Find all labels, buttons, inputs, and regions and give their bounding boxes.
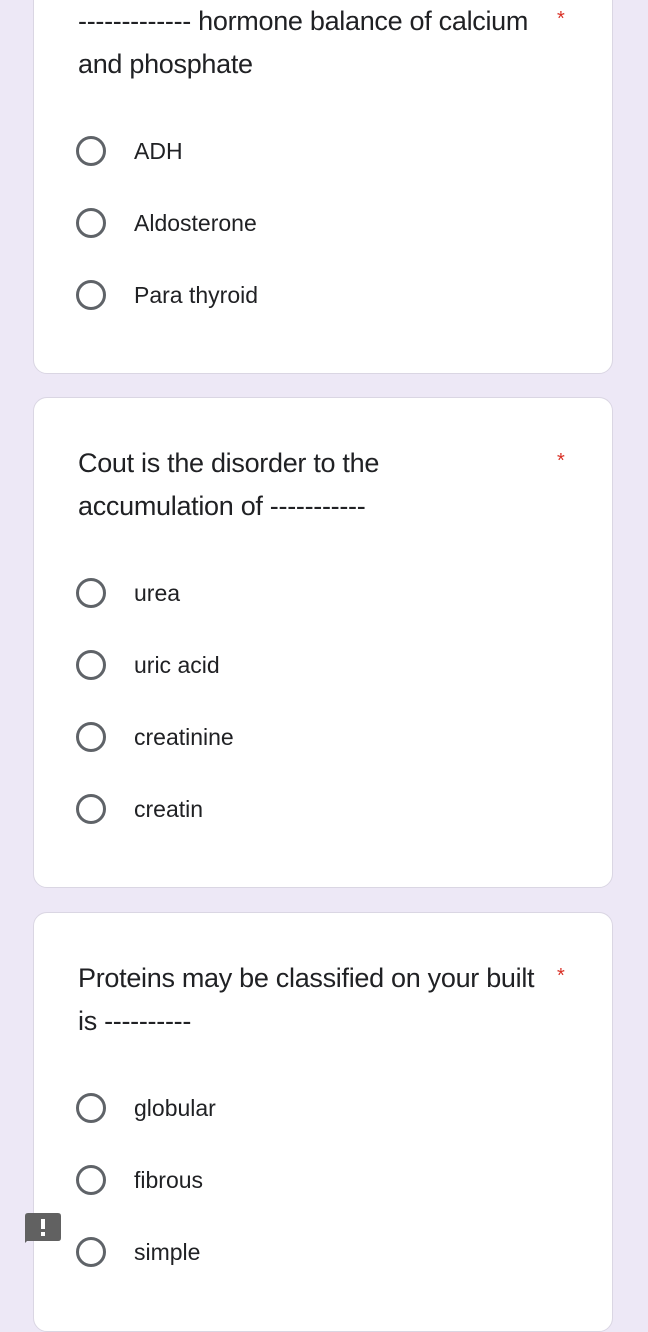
required-asterisk: * [557,450,565,472]
option-label: simple [134,1238,201,1265]
option-label: Para thyroid [134,281,259,308]
radio-button[interactable] [76,794,106,824]
option-label: creatin [134,795,204,822]
radio-option-globular[interactable]: globular [76,1088,216,1128]
option-label: ADH [134,137,183,164]
radio-button[interactable] [76,136,106,166]
radio-option-uric-acid[interactable]: uric acid [76,645,220,685]
radio-option-creatinine[interactable]: creatinine [76,717,234,757]
question-card-2: Cout is the disorder to the accumulation… [33,397,613,888]
radio-option-aldosterone[interactable]: Aldosterone [76,203,257,243]
question-card-1: ------------- hormone balance of calcium… [33,0,613,374]
radio-option-urea[interactable]: urea [76,573,180,613]
radio-button[interactable] [76,650,106,680]
report-issue-icon [25,1213,61,1243]
radio-button[interactable] [76,208,106,238]
option-label: uric acid [134,651,220,678]
radio-button[interactable] [76,1093,106,1123]
required-asterisk: * [557,965,565,987]
option-label: urea [134,579,181,606]
option-label: creatinine [134,723,234,750]
radio-button[interactable] [76,280,106,310]
radio-option-fibrous[interactable]: fibrous [76,1160,203,1200]
radio-button[interactable] [76,1237,106,1267]
report-issue-button[interactable] [25,1213,61,1243]
question-title: Cout is the disorder to the accumulation… [78,448,380,521]
radio-button[interactable] [76,1165,106,1195]
required-asterisk: * [557,8,565,30]
option-label: fibrous [134,1166,204,1193]
option-label: globular [134,1094,216,1121]
question-title: Proteins may be classified on your built… [78,963,535,1036]
question-title: ------------- hormone balance of calcium… [78,6,529,79]
radio-button[interactable] [76,722,106,752]
radio-button[interactable] [76,578,106,608]
radio-option-adh[interactable]: ADH [76,131,183,171]
radio-option-simple[interactable]: simple [76,1232,200,1272]
radio-option-para-thyroid[interactable]: Para thyroid [76,275,258,315]
radio-option-creatin[interactable]: creatin [76,789,203,829]
question-card-3: Proteins may be classified on your built… [33,912,613,1332]
option-label: Aldosterone [134,209,257,236]
